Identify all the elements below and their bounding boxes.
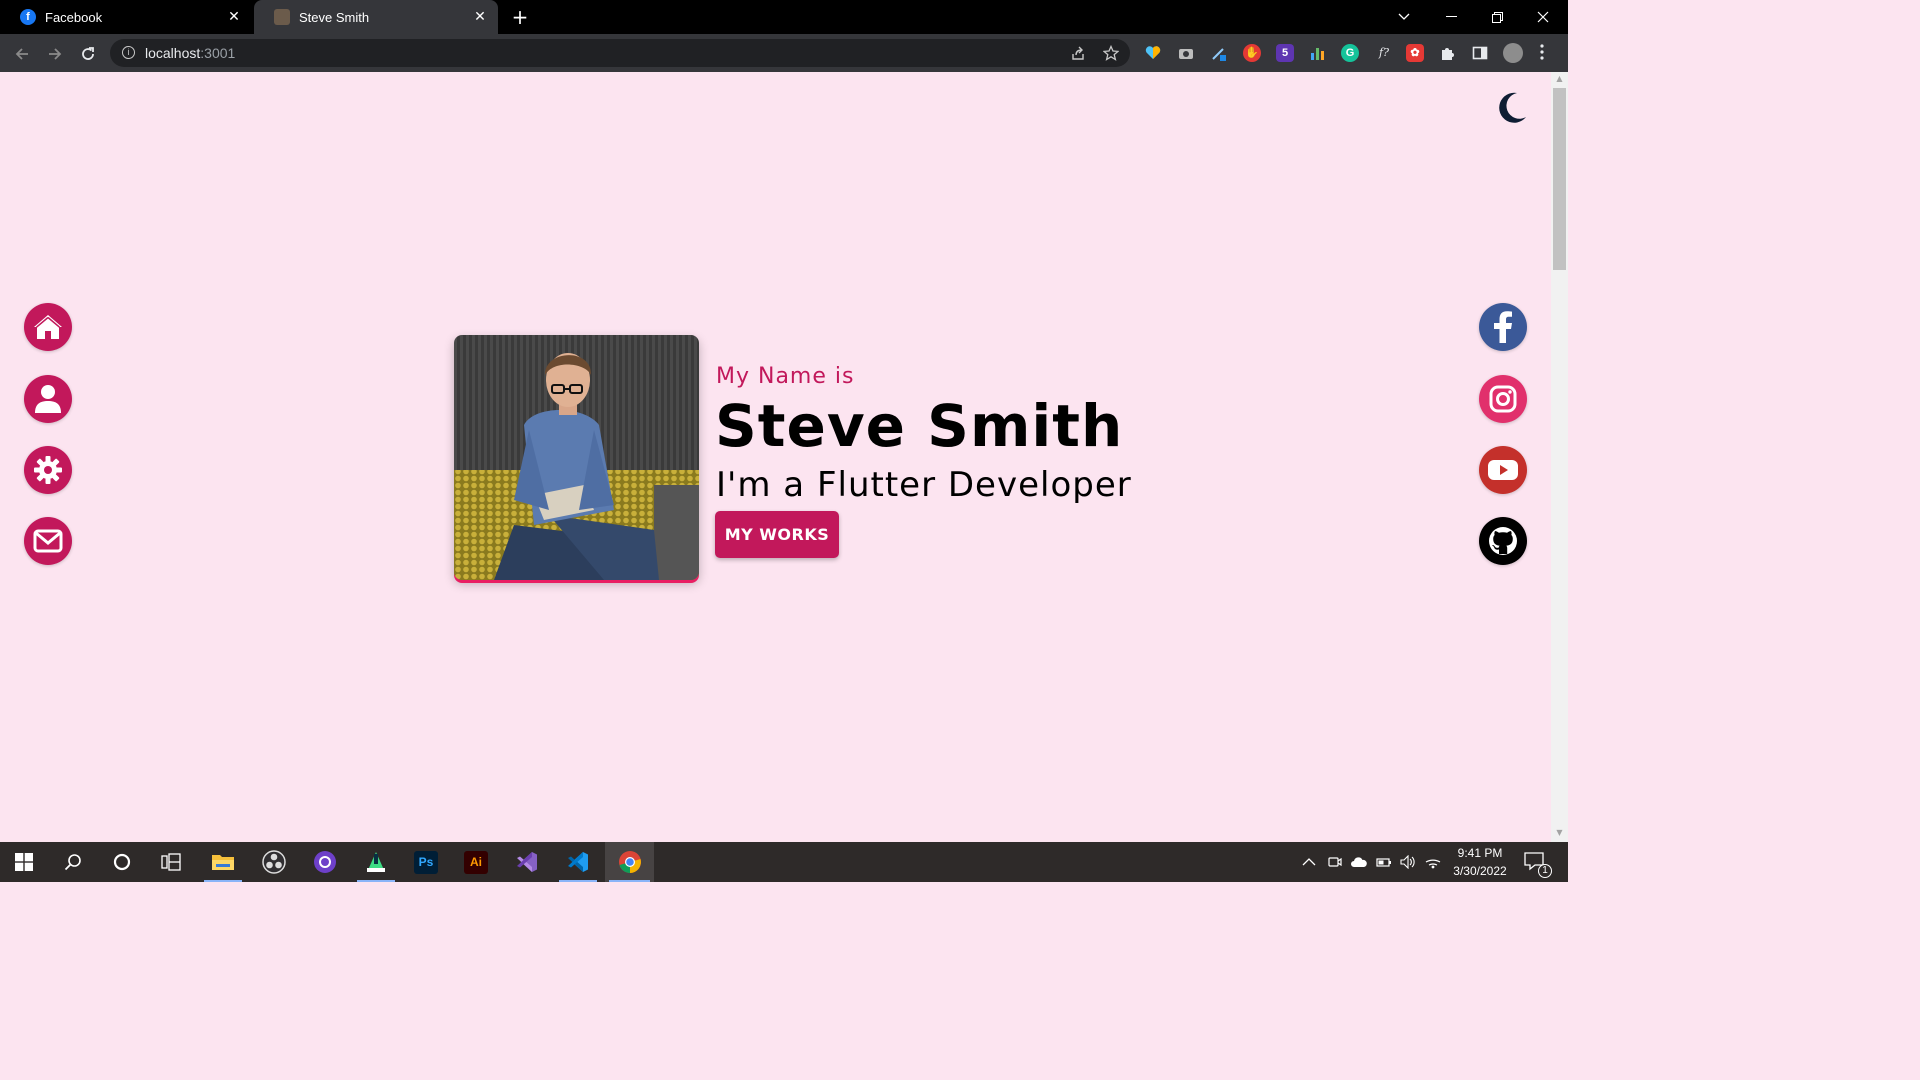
pen-extension-icon[interactable]	[1210, 44, 1228, 62]
user-icon	[35, 385, 61, 413]
chrome-icon[interactable]	[605, 842, 654, 882]
start-icon[interactable]	[1, 842, 47, 882]
scroll-down-icon[interactable]: ▼	[1551, 826, 1568, 840]
my-works-button[interactable]: MY WORKS	[715, 511, 839, 558]
side-panel-icon[interactable]	[1471, 44, 1489, 62]
extensions-puzzle-icon[interactable]	[1439, 44, 1457, 62]
tray-onedrive-icon[interactable]	[1350, 842, 1368, 882]
share-icon[interactable]	[1070, 45, 1086, 61]
address-bar[interactable]: i localhost:3001	[110, 39, 1130, 67]
photoshop-icon[interactable]: Ps	[403, 842, 449, 882]
cortana-icon[interactable]	[99, 842, 145, 882]
close-tab-icon[interactable]: ✕	[472, 8, 488, 24]
vscode-icon[interactable]	[555, 842, 601, 882]
profile-photo	[454, 335, 699, 580]
tray-overflow-icon[interactable]	[1302, 842, 1316, 882]
tray-wifi-icon[interactable]	[1425, 842, 1441, 882]
reload-icon[interactable]	[76, 42, 100, 66]
greeting-text: My Name is	[716, 364, 855, 389]
nav-contact-button[interactable]	[24, 517, 72, 565]
notification-count: 1	[1538, 864, 1552, 878]
social-instagram-button[interactable]	[1479, 375, 1527, 423]
dark-mode-toggle-moon-icon[interactable]	[1493, 90, 1529, 126]
instagram-icon	[1489, 385, 1517, 413]
extension-heart-icon[interactable]	[1144, 44, 1162, 62]
new-tab-button[interactable]: +	[509, 6, 531, 28]
home-icon	[34, 315, 62, 339]
scroll-up-icon[interactable]: ▲	[1551, 72, 1568, 86]
social-youtube-button[interactable]	[1479, 446, 1527, 494]
close-tab-icon[interactable]: ✕	[226, 8, 242, 24]
clock-date: 3/30/2022	[1453, 864, 1507, 878]
tab-title: Facebook	[45, 9, 103, 25]
hero-role: I'm a Flutter Developer	[716, 465, 1132, 505]
facebook-icon	[1494, 311, 1512, 343]
illustrator-icon[interactable]: Ai	[453, 842, 499, 882]
illustrator-label: Ai	[464, 850, 488, 874]
minimize-icon[interactable]	[1428, 0, 1474, 34]
tab-title: Steve Smith	[299, 9, 370, 25]
tab-search-icon[interactable]	[1381, 0, 1427, 34]
nav-skills-button[interactable]	[24, 446, 72, 494]
formula-extension-icon[interactable]: f?	[1373, 44, 1395, 62]
obs-icon[interactable]	[251, 842, 297, 882]
task-view-icon[interactable]	[148, 842, 194, 882]
bookmark-star-icon[interactable]	[1102, 44, 1120, 61]
restore-icon[interactable]	[1474, 0, 1520, 34]
tray-battery-icon[interactable]	[1376, 842, 1392, 882]
scrollbar-thumb[interactable]	[1553, 88, 1566, 270]
close-window-icon[interactable]	[1520, 0, 1566, 34]
site-info-icon[interactable]: i	[122, 46, 135, 59]
search-icon[interactable]	[50, 842, 96, 882]
profile-avatar-icon[interactable]	[1503, 43, 1523, 63]
page-favicon-icon	[274, 9, 290, 25]
youtube-icon	[1488, 460, 1518, 480]
tray-meet-icon[interactable]	[1328, 842, 1342, 882]
browser-menu-icon[interactable]	[1537, 44, 1547, 62]
mail-icon	[33, 529, 63, 553]
social-facebook-button[interactable]	[1479, 303, 1527, 351]
forward-icon[interactable]	[43, 42, 67, 66]
puzzle-badge-extension-icon[interactable]: 5	[1276, 44, 1294, 62]
nav-home-button[interactable]	[24, 303, 72, 351]
hero-name: Steve Smith	[715, 392, 1124, 460]
file-explorer-icon[interactable]	[200, 842, 246, 882]
screenshot-extension-icon[interactable]	[1177, 44, 1195, 62]
github-desktop-icon[interactable]	[302, 842, 348, 882]
photoshop-label: Ps	[414, 850, 438, 874]
social-github-button[interactable]	[1479, 517, 1527, 565]
grammarly-extension-icon[interactable]: G	[1341, 44, 1359, 62]
tab-facebook[interactable]: f Facebook ✕	[0, 0, 252, 34]
nav-about-button[interactable]	[24, 375, 72, 423]
settings-icon	[34, 456, 62, 484]
clock-time: 9:41 PM	[1457, 846, 1503, 860]
facebook-favicon-icon: f	[20, 9, 36, 25]
hand-extension-icon[interactable]: ✋	[1243, 44, 1261, 62]
visual-studio-icon[interactable]	[504, 842, 550, 882]
url-text[interactable]: localhost:3001	[145, 45, 235, 61]
github-icon	[1489, 527, 1517, 555]
notification-center-icon[interactable]: 1	[1524, 842, 1552, 882]
android-studio-icon[interactable]	[353, 842, 399, 882]
tray-volume-icon[interactable]	[1400, 842, 1416, 882]
analytics-extension-icon[interactable]	[1309, 44, 1327, 62]
taskbar-clock[interactable]: 9:41 PM 3/30/2022	[1440, 844, 1520, 880]
back-icon[interactable]	[10, 42, 34, 66]
tab-steve-smith[interactable]: Steve Smith ✕	[254, 0, 498, 34]
red-extension-icon[interactable]: ✿	[1406, 44, 1424, 62]
